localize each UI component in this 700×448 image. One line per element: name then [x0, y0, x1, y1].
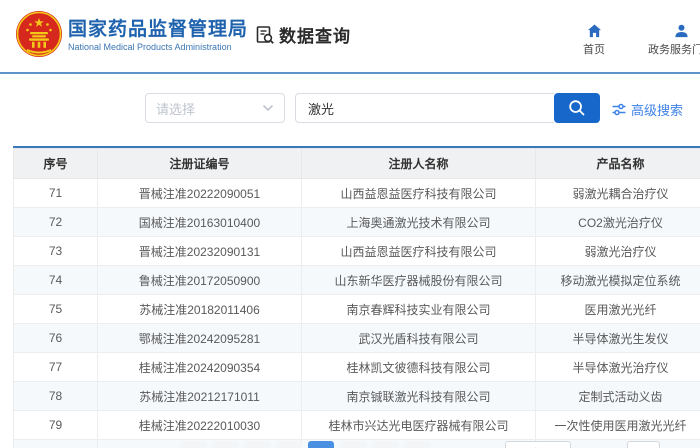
page: 国家药品监督管理局 National Medical Products Admi…	[0, 0, 700, 448]
category-select-placeholder: 请选择	[156, 101, 196, 117]
cell-cert: 桂械注准20222010030	[97, 410, 302, 440]
advanced-search-label: 高级搜索	[631, 103, 684, 118]
cell-no: 78	[13, 381, 98, 411]
nav-gov-portal[interactable]: 政务服务门户	[648, 24, 700, 57]
pagination-bar: ‹ 5 6 7 8 9 10 › 10条/页 前往 页	[0, 441, 700, 448]
top-header: 国家药品监督管理局 National Medical Products Admi…	[0, 0, 700, 72]
cell-registrant: 山西益恩益医疗科技有限公司	[301, 178, 536, 208]
results-table: 序号 注册证编号 注册人名称 产品名称 71 晋械注准20222090051 山…	[13, 146, 700, 448]
cell-product: 一次性使用医用激光光纤	[535, 410, 700, 440]
cell-registrant: 山东新华医疗器械股份有限公司	[301, 265, 536, 295]
cell-product: 半导体激光生发仪	[535, 323, 700, 353]
cell-cert: 晋械注准20222090051	[97, 178, 302, 208]
cell-no: 72	[13, 207, 98, 237]
col-header-registrant: 注册人名称	[301, 148, 536, 179]
pagination-page-button[interactable]: 5	[212, 441, 238, 448]
search-input[interactable]	[295, 93, 554, 123]
cell-product: CO2激光治疗仪	[535, 207, 700, 237]
table-row[interactable]: 75 苏械注准20182011406 南京春辉科技实业有限公司 医用激光光纤	[13, 294, 700, 324]
cell-product: 弱激光治疗仪	[535, 236, 700, 266]
pagination-page-button[interactable]: 9	[340, 441, 366, 448]
chevron-down-icon	[262, 104, 274, 112]
cell-product: 移动激光模拟定位系统	[535, 265, 700, 295]
table-row[interactable]: 72 国械注准20163010400 上海奥通激光技术有限公司 CO2激光治疗仪	[13, 207, 700, 237]
cell-cert: 苏械注准20182011406	[97, 294, 302, 324]
cell-no: 76	[13, 323, 98, 353]
cell-no: 77	[13, 352, 98, 382]
cell-no: 74	[13, 265, 98, 295]
table-row[interactable]: 79 桂械注准20222010030 桂林市兴达光电医疗器械有限公司 一次性使用…	[13, 410, 700, 440]
module-title: 数据查询	[255, 22, 351, 47]
site-subtitle: National Medical Products Administration	[68, 42, 232, 52]
cell-cert: 鄂械注准20242095281	[97, 323, 302, 353]
table-row[interactable]: 78 苏械注准20212171011 南京铖联激光科技有限公司 定制式活动义齿	[13, 381, 700, 411]
pagination-current-page[interactable]: 8	[308, 441, 334, 448]
pagination-page-button[interactable]: 6	[244, 441, 270, 448]
nav-home[interactable]: 首页	[570, 24, 618, 57]
cell-cert: 晋械注准20232090131	[97, 236, 302, 266]
cell-no: 71	[13, 178, 98, 208]
sliders-icon	[612, 103, 626, 116]
data-query-icon	[256, 25, 274, 44]
cell-no: 75	[13, 294, 98, 324]
cell-registrant: 上海奥通激光技术有限公司	[301, 207, 536, 237]
nav-home-label: 首页	[583, 44, 605, 56]
table-row[interactable]: 74 鲁械注准20172050900 山东新华医疗器械股份有限公司 移动激光模拟…	[13, 265, 700, 295]
cell-no: 79	[13, 410, 98, 440]
table-row[interactable]: 77 桂械注准20242090354 桂林凯文彼德科技有限公司 半导体激光治疗仪	[13, 352, 700, 382]
cell-registrant: 桂林市兴达光电医疗器械有限公司	[301, 410, 536, 440]
header-divider	[0, 72, 700, 74]
cell-registrant: 桂林凯文彼德科技有限公司	[301, 352, 536, 382]
cell-product: 弱激光耦合治疗仪	[535, 178, 700, 208]
col-header-product: 产品名称	[535, 148, 700, 179]
cell-no: 73	[13, 236, 98, 266]
national-emblem-icon	[16, 11, 62, 57]
user-icon	[674, 24, 688, 38]
site-title: 国家药品监督管理局	[68, 19, 249, 40]
advanced-search-link[interactable]: 高级搜索	[612, 100, 683, 119]
category-select[interactable]: 请选择	[145, 93, 285, 123]
cell-product: 医用激光光纤	[535, 294, 700, 324]
search-icon	[569, 100, 585, 116]
page-jump-input[interactable]	[627, 441, 660, 448]
pagination-prev-button[interactable]: ‹	[180, 441, 206, 448]
cell-registrant: 武汉光盾科技有限公司	[301, 323, 536, 353]
cell-product: 半导体激光治疗仪	[535, 352, 700, 382]
table-header-row: 序号 注册证编号 注册人名称 产品名称	[13, 148, 700, 179]
cell-cert: 国械注准20163010400	[97, 207, 302, 237]
cell-cert: 苏械注准20212171011	[97, 381, 302, 411]
nav-gov-portal-label: 政务服务门户	[648, 44, 700, 56]
page-size-select[interactable]: 10条/页	[505, 441, 571, 448]
cell-cert: 桂械注准20242090354	[97, 352, 302, 382]
cell-registrant: 山西益恩益医疗科技有限公司	[301, 236, 536, 266]
cell-registrant: 南京铖联激光科技有限公司	[301, 381, 536, 411]
table-row[interactable]: 73 晋械注准20232090131 山西益恩益医疗科技有限公司 弱激光治疗仪	[13, 236, 700, 266]
cell-product: 定制式活动义齿	[535, 381, 700, 411]
search-button[interactable]	[554, 93, 600, 123]
table-row[interactable]: 71 晋械注准20222090051 山西益恩益医疗科技有限公司 弱激光耦合治疗…	[13, 178, 700, 208]
pagination-next-button[interactable]: ›	[404, 441, 430, 448]
cell-registrant: 南京春辉科技实业有限公司	[301, 294, 536, 324]
module-title-label: 数据查询	[279, 27, 351, 46]
col-header-no: 序号	[13, 148, 98, 179]
top-navigation: 首页 政务服务门户	[570, 24, 700, 57]
pagination-page-button[interactable]: 7	[276, 441, 302, 448]
cell-cert: 鲁械注准20172050900	[97, 265, 302, 295]
home-icon	[587, 24, 601, 38]
table-row[interactable]: 76 鄂械注准20242095281 武汉光盾科技有限公司 半导体激光生发仪	[13, 323, 700, 353]
col-header-cert: 注册证编号	[97, 148, 302, 179]
pagination-page-button[interactable]: 10	[372, 441, 398, 448]
